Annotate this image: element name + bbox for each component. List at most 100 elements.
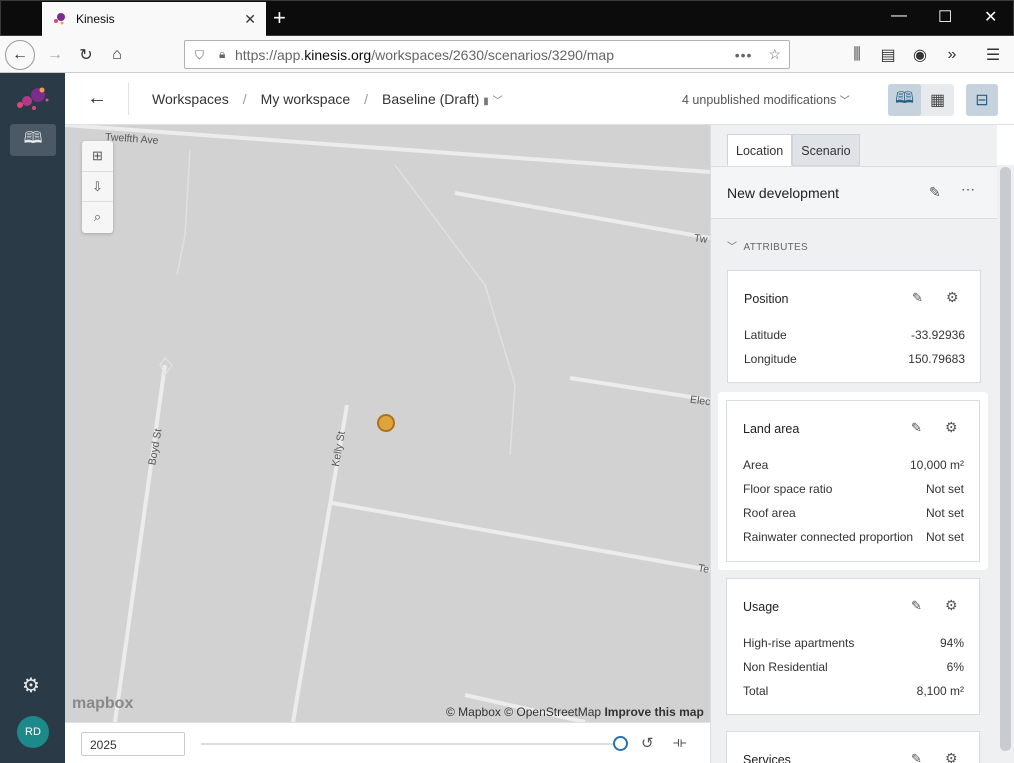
app-sidebar: 🕮︎ ⚙ RD	[0, 73, 65, 763]
timeline-track[interactable]	[201, 743, 619, 745]
breadcrumb-my-workspace[interactable]: My workspace	[261, 91, 350, 107]
panel-toggle-button[interactable]: ⊟	[966, 84, 998, 116]
breadcrumb-workspaces[interactable]: Workspaces	[152, 91, 229, 107]
browser-nav-bar: ← → ↻ ⌂ ⛉ 🔒︎ https://app.kinesis.org/wor…	[0, 36, 1014, 73]
street-label: Te	[697, 562, 710, 576]
user-avatar[interactable]: RD	[17, 716, 49, 748]
settings-gear-icon[interactable]: ⚙	[22, 673, 40, 698]
overflow-icon[interactable]: »	[937, 40, 967, 70]
breadcrumb-separator: /	[364, 91, 369, 107]
grid-icon: ▦	[929, 92, 946, 109]
attribution-osm[interactable]: © OpenStreetMap	[504, 705, 601, 719]
reset-icon[interactable]: ↺	[641, 734, 654, 752]
shield-icon[interactable]: ⛉	[195, 48, 204, 63]
edit-pencil-icon[interactable]: ✎	[911, 751, 922, 763]
library-icon[interactable]: ⫼	[842, 40, 872, 70]
tab-scenario[interactable]: Scenario	[792, 134, 860, 166]
map-canvas[interactable]: Twelfth Ave Tw Elec Boyd St Kelly St Te …	[65, 125, 710, 722]
attribute-row: Floor space ratio Not set	[743, 482, 964, 496]
close-window-icon[interactable]: ✕	[984, 7, 997, 27]
map-view-button[interactable]: 🕮︎	[888, 84, 921, 116]
edit-pencil-icon[interactable]: ✎	[911, 420, 922, 436]
kinesis-logo[interactable]	[14, 86, 52, 116]
attribute-row: Total 8,100 m²	[743, 684, 964, 698]
gear-icon[interactable]: ⚙	[945, 419, 958, 436]
maximize-icon[interactable]: ☐	[938, 7, 952, 27]
browser-tab-bar: Kinesis ✕ + — ☐ ✕	[0, 0, 1014, 36]
modifications-dropdown[interactable]: 4 unpublished modifications ﹀	[682, 92, 850, 107]
minimize-icon[interactable]: —	[891, 7, 907, 25]
url-text[interactable]: https://app.kinesis.org/workspaces/2630/…	[235, 47, 735, 63]
breadcrumb: Workspaces / My workspace / Baseline (Dr…	[152, 91, 503, 107]
street-label: Tw	[693, 232, 709, 246]
year-input[interactable]: 2025	[81, 732, 185, 756]
land-area-card: Land area ✎ ⚙ Area 10,000 m² Floor space …	[726, 400, 980, 562]
attribute-row: Non Residential 6%	[743, 660, 964, 674]
url-bar[interactable]: ⛉ 🔒︎ https://app.kinesis.org/workspaces/…	[184, 40, 790, 69]
tab-location[interactable]: Location	[727, 134, 793, 166]
card-title: Position	[744, 292, 789, 306]
timeline-slider-handle[interactable]	[613, 736, 628, 751]
map-icon: 🕮︎	[895, 89, 914, 107]
add-location-icon[interactable]: ⊞	[82, 141, 113, 171]
location-title: New development	[727, 185, 840, 201]
usage-card: Usage ✎ ⚙ High-rise apartments 94% Non Re…	[726, 578, 980, 715]
map-attribution: © Mapbox © OpenStreetMap Improve this ma…	[446, 705, 704, 719]
sidebar-icon[interactable]: ▤	[873, 40, 903, 70]
attribution-mapbox[interactable]: © Mapbox	[446, 705, 501, 719]
development-marker[interactable]	[377, 414, 395, 432]
services-card: Services ✎ ⚙	[726, 731, 980, 763]
card-title: Services	[743, 753, 791, 763]
attribute-row: Latitude -33.92936	[744, 328, 965, 342]
menu-icon[interactable]: ☰	[978, 40, 1008, 70]
gear-icon[interactable]: ⚙	[945, 597, 958, 614]
attribute-row: Roof area Not set	[743, 506, 964, 520]
more-options-icon[interactable]: ⋯	[961, 181, 975, 198]
page-actions-icon[interactable]: •••	[735, 47, 753, 63]
position-card: Position ✎ ⚙ Latitude -33.92936 Longitude…	[727, 270, 981, 383]
browser-tab-title: Kinesis	[76, 12, 115, 26]
back-arrow-icon[interactable]: ←	[87, 87, 107, 110]
new-tab-icon[interactable]: +	[273, 6, 286, 30]
sliders-icon: ⊟	[975, 92, 989, 109]
gear-icon[interactable]: ⚙	[946, 289, 959, 306]
attribute-row: High-rise apartments 94%	[743, 636, 964, 650]
breadcrumb-separator: /	[242, 91, 247, 107]
back-icon[interactable]: ←	[5, 40, 35, 70]
reload-icon[interactable]: ↻	[71, 40, 101, 70]
gear-icon[interactable]: ⚙	[945, 750, 958, 763]
attribute-row: Rainwater connected proportion Not set	[743, 530, 964, 544]
divider	[128, 83, 129, 115]
view-toggle: 🕮︎ ▦	[888, 84, 954, 116]
import-icon[interactable]: ⇩	[82, 171, 113, 201]
browser-tab[interactable]: Kinesis ✕	[42, 2, 266, 36]
map-view-nav[interactable]: 🕮︎	[10, 124, 56, 156]
timeline-bar: 2025 ↺ ⟛	[65, 722, 710, 763]
edit-pencil-icon[interactable]: ✎	[911, 598, 922, 614]
scrollbar-thumb[interactable]	[1000, 167, 1011, 751]
close-tab-icon[interactable]: ✕	[244, 11, 256, 28]
land-area-highlight: Land area ✎ ⚙ Area 10,000 m² Floor space …	[718, 392, 988, 570]
attribute-row: Area 10,000 m²	[743, 458, 964, 472]
kinesis-favicon	[54, 13, 65, 25]
mapbox-logo[interactable]: mapbox	[72, 695, 133, 713]
split-icon[interactable]: ⟛	[673, 734, 687, 751]
search-icon[interactable]: ⌕	[82, 201, 113, 231]
breadcrumb-scenario[interactable]: Baseline (Draft) ▮ ﹀	[382, 91, 503, 107]
edit-pencil-icon[interactable]: ✎	[912, 290, 923, 306]
attributes-section-toggle[interactable]: ﹀ ATTRIBUTES	[727, 238, 808, 253]
table-view-button[interactable]: ▦	[921, 84, 954, 116]
improve-map-link[interactable]: Improve this map	[604, 705, 703, 719]
account-icon[interactable]: ◉	[905, 40, 935, 70]
forward-icon[interactable]: →	[40, 40, 70, 70]
chevron-down-icon: ﹀	[727, 242, 738, 253]
chevron-down-icon: ﹀	[839, 96, 850, 107]
panel-tabs: Location Scenario	[727, 134, 860, 166]
edit-pencil-icon[interactable]: ✎	[929, 184, 941, 201]
home-icon[interactable]: ⌂	[102, 40, 132, 70]
panel-scrollbar[interactable]	[997, 165, 1014, 763]
attribute-row: Longitude 150.79683	[744, 352, 965, 366]
card-title: Usage	[743, 600, 780, 614]
lock-icon[interactable]: 🔒︎	[219, 47, 225, 62]
bookmark-star-icon[interactable]: ☆	[768, 46, 781, 63]
